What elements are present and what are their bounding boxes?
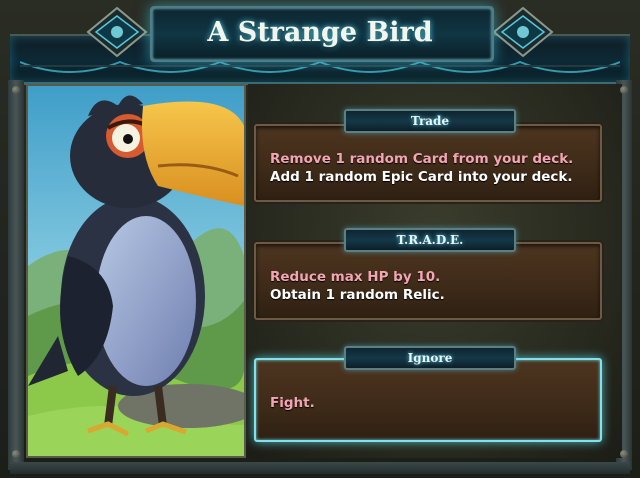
rivet — [620, 450, 628, 458]
rivet — [620, 86, 628, 94]
event-title: A Strange Bird — [207, 16, 433, 48]
option-trade-cost: Remove 1 random Card from your deck. — [270, 151, 574, 167]
bottom-frame — [10, 462, 630, 474]
option-trade-description: Remove 1 random Card from your deck. Add… — [270, 150, 590, 186]
option-ignore-tab[interactable]: Ignore — [344, 346, 516, 370]
option-t-r-a-d-e-tab[interactable]: T.R.A.D.E. — [344, 228, 516, 252]
strange-bird-illustration — [28, 86, 244, 456]
rivet — [12, 450, 20, 458]
right-ornament-icon — [492, 6, 554, 58]
option-ignore[interactable]: Fight. — [254, 358, 602, 442]
left-pillar — [8, 80, 24, 470]
option-trade-tab[interactable]: Trade — [344, 109, 516, 133]
event-illustration — [26, 84, 246, 458]
option-t-r-a-d-e-description: Reduce max HP by 10. Obtain 1 random Rel… — [270, 268, 590, 304]
rivet — [12, 86, 20, 94]
option-t-r-a-d-e-cost: Reduce max HP by 10. — [270, 269, 441, 285]
option-trade[interactable]: Remove 1 random Card from your deck. Add… — [254, 124, 602, 202]
option-ignore-description: Fight. — [270, 394, 590, 412]
banner-arch-decoration — [20, 60, 620, 73]
option-t-r-a-d-e[interactable]: Reduce max HP by 10. Obtain 1 random Rel… — [254, 242, 602, 320]
option-ignore-result: Fight. — [270, 395, 315, 411]
left-ornament-icon — [86, 6, 148, 58]
option-t-r-a-d-e-reward: Obtain 1 random Relic. — [270, 287, 445, 303]
option-trade-reward: Add 1 random Epic Card into your deck. — [270, 169, 573, 185]
